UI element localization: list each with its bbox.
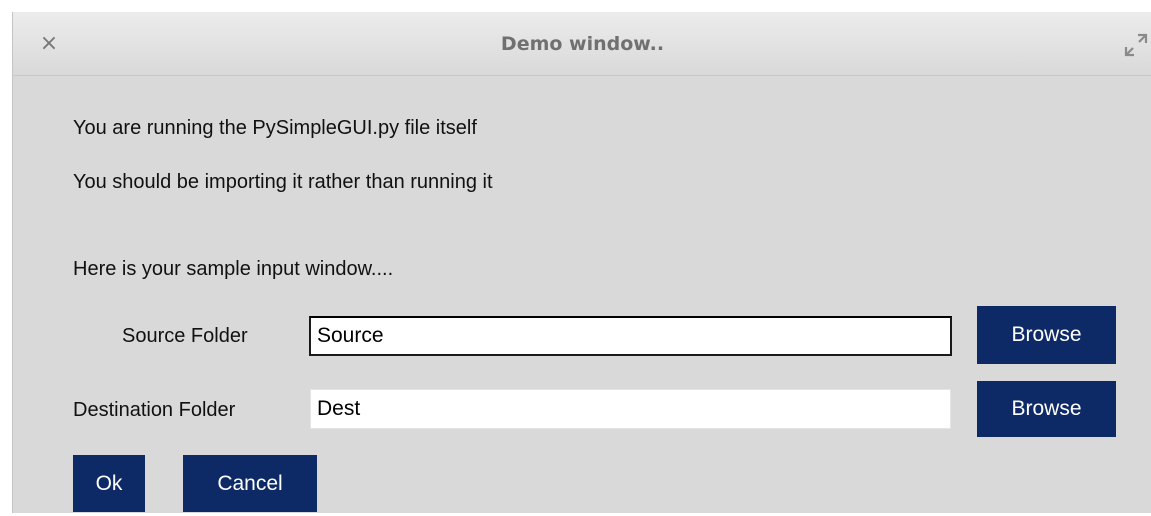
window-title: Demo window.. (500, 33, 665, 55)
message-import-instead: You should be importing it rather than r… (73, 171, 493, 193)
message-sample-window: Here is your sample input window.... (73, 258, 394, 280)
window-content: You are running the PySimpleGUI.py file … (13, 76, 1151, 513)
message-running-file: You are running the PySimpleGUI.py file … (73, 117, 477, 139)
destination-browse-button[interactable]: Browse (977, 381, 1116, 437)
source-folder-label: Source Folder (122, 325, 248, 347)
source-folder-input[interactable] (309, 316, 952, 356)
title-bar[interactable]: × Demo window.. (13, 12, 1151, 76)
source-browse-button[interactable]: Browse (977, 306, 1116, 364)
ok-button[interactable]: Ok (73, 455, 145, 512)
maximize-icon[interactable] (1123, 32, 1149, 58)
destination-folder-input[interactable] (310, 389, 951, 429)
destination-folder-label: Destination Folder (73, 399, 236, 421)
cancel-button[interactable]: Cancel (183, 455, 317, 512)
demo-window: × Demo window.. You are running the PySi… (12, 12, 1151, 513)
